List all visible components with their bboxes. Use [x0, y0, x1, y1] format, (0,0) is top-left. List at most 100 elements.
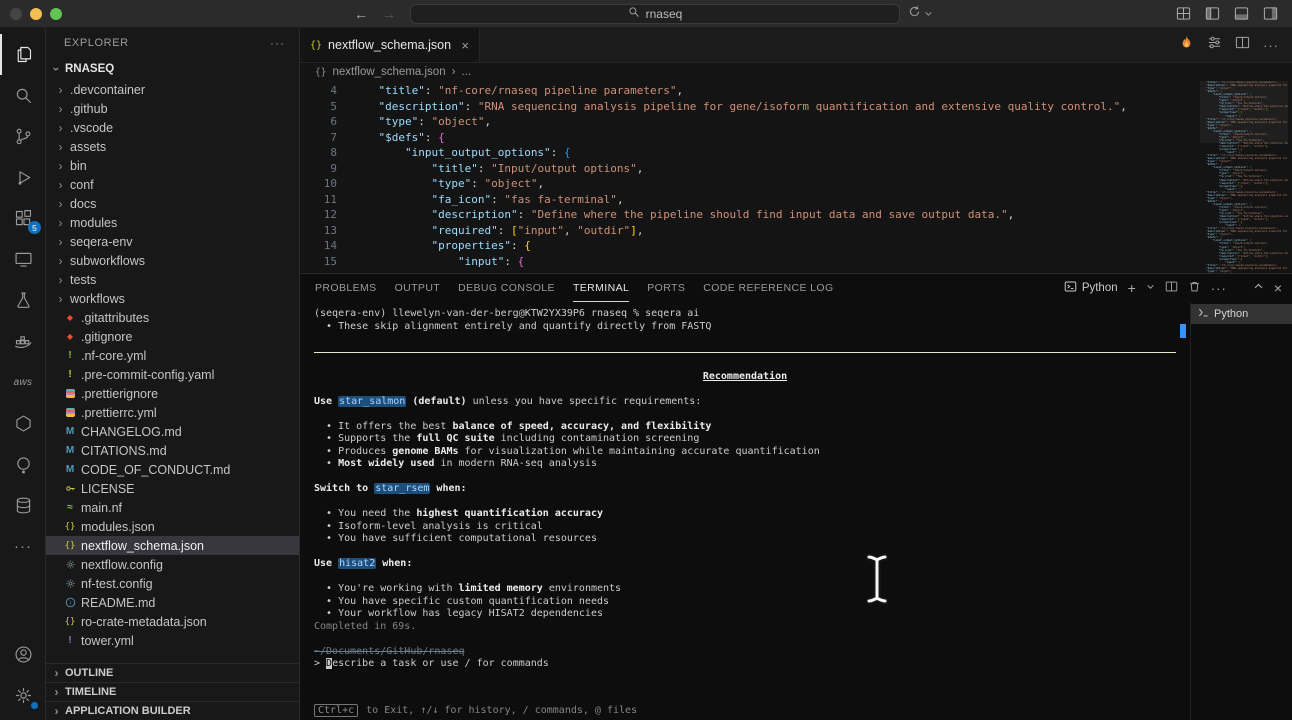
tree-file-main.nf[interactable]: ≈main.nf: [46, 498, 299, 517]
close-window-button[interactable]: [10, 8, 22, 20]
terminal[interactable]: (seqera-env) llewelyn-van-der-berg@KTW2Y…: [300, 302, 1190, 720]
tree-file-.prettierrc.yml[interactable]: .prettierrc.yml: [46, 403, 299, 422]
activity-remote-explorer-icon[interactable]: [0, 239, 46, 280]
tree-folder-conf[interactable]: ›conf: [46, 175, 299, 194]
code-line[interactable]: 5 "description": "RNA sequencing analysi…: [300, 99, 1292, 115]
terminal-line: (seqera-env) llewelyn-van-der-berg@KTW2Y…: [314, 308, 1190, 321]
tree-file-CITATIONS.md[interactable]: MCITATIONS.md: [46, 441, 299, 460]
activity-source-control-icon[interactable]: [0, 116, 46, 157]
back-button[interactable]: ←: [354, 6, 368, 22]
activity-search-icon[interactable]: [0, 75, 46, 116]
panel-tab-terminal[interactable]: TERMINAL: [573, 274, 629, 302]
activity-kubernetes-icon[interactable]: [0, 403, 46, 444]
maximize-panel-icon[interactable]: [1253, 281, 1264, 295]
activity-database-icon[interactable]: [0, 485, 46, 526]
toggle-secondary-sidebar-icon[interactable]: [1263, 6, 1278, 21]
code-line[interactable]: 7 "$defs": {: [300, 130, 1292, 146]
toggle-panel-icon[interactable]: [1234, 6, 1249, 21]
tree-folder-seqera-env[interactable]: ›seqera-env: [46, 232, 299, 251]
command-center-search[interactable]: rnaseq: [410, 4, 900, 24]
terminal-tab-python[interactable]: Python: [1191, 304, 1292, 324]
tree-folder-assets[interactable]: ›assets: [46, 137, 299, 156]
terminal-profile[interactable]: Python: [1064, 280, 1118, 296]
activity-aws-icon[interactable]: aws: [0, 362, 46, 403]
code-line[interactable]: 13 "required": ["input", "outdir"],: [300, 223, 1292, 239]
tree-folder-modules[interactable]: ›modules: [46, 213, 299, 232]
activity-jupyter-icon[interactable]: [0, 444, 46, 485]
more-actions-icon[interactable]: ···: [1263, 38, 1279, 53]
tree-file-nextflow.config[interactable]: nextflow.config: [46, 555, 299, 574]
more-actions-icon[interactable]: ···: [1211, 281, 1227, 296]
code-line[interactable]: 11 "fa_icon": "fas fa-terminal",: [300, 192, 1292, 208]
split-terminal-icon[interactable]: [1165, 280, 1178, 296]
tree-file-modules.json[interactable]: {}modules.json: [46, 517, 299, 536]
tree-file-tower.yml[interactable]: !tower.yml: [46, 631, 299, 650]
activity-extensions-icon[interactable]: 5: [0, 198, 46, 239]
tab-nextflow-schema[interactable]: {} nextflow_schema.json ×: [300, 28, 480, 62]
zoom-window-button[interactable]: [50, 8, 62, 20]
tree-folder-docs[interactable]: ›docs: [46, 194, 299, 213]
activity-docker-icon[interactable]: [0, 321, 46, 362]
tree-file-LICENSE[interactable]: LICENSE: [46, 479, 299, 498]
close-tab-icon[interactable]: ×: [461, 38, 469, 53]
activity-testing-icon[interactable]: [0, 280, 46, 321]
tree-folder-tests[interactable]: ›tests: [46, 270, 299, 289]
trash-icon[interactable]: [1188, 280, 1201, 296]
activity-settings-icon[interactable]: [0, 675, 46, 716]
code-editor[interactable]: 4 "title": "nf-core/rnaseq pipeline para…: [300, 81, 1292, 273]
panel-tab-problems[interactable]: PROBLEMS: [315, 274, 377, 302]
tree-file-.nf-core.yml[interactable]: !.nf-core.yml: [46, 346, 299, 365]
toggle-primary-sidebar-icon[interactable]: [1205, 6, 1220, 21]
terminal-scrollbar-thumb[interactable]: [1180, 324, 1186, 338]
more-actions-icon[interactable]: ···: [270, 36, 285, 50]
breadcrumb[interactable]: {} nextflow_schema.json › ...: [300, 63, 1292, 81]
sidebar-section-application-builder[interactable]: ›APPLICATION BUILDER: [46, 701, 299, 720]
activity-more-icon[interactable]: ···: [0, 526, 46, 567]
tree-folder-.vscode[interactable]: ›.vscode: [46, 118, 299, 137]
code-line[interactable]: 15 "input": {: [300, 254, 1292, 270]
tree-folder-.github[interactable]: ›.github: [46, 99, 299, 118]
panel-tab-debug-console[interactable]: DEBUG CONSOLE: [458, 274, 555, 302]
activity-explorer-icon[interactable]: [0, 34, 46, 75]
tree-file-.gitattributes[interactable]: ◆.gitattributes: [46, 308, 299, 327]
new-terminal-icon[interactable]: +: [1128, 280, 1136, 296]
code-line[interactable]: 12 "description": "Define where the pipe…: [300, 207, 1292, 223]
layout-sync-control[interactable]: [908, 5, 933, 23]
chevron-down-icon[interactable]: [1146, 282, 1155, 294]
code-line[interactable]: 4 "title": "nf-core/rnaseq pipeline para…: [300, 83, 1292, 99]
tree-folder-bin[interactable]: ›bin: [46, 156, 299, 175]
activity-account-icon[interactable]: [0, 634, 46, 675]
tree-file-nextflow_schema.json[interactable]: {}nextflow_schema.json: [46, 536, 299, 555]
workspace-section-header[interactable]: › RNASEQ: [46, 58, 299, 80]
sliders-icon[interactable]: [1207, 35, 1222, 55]
tree-folder-subworkflows[interactable]: ›subworkflows: [46, 251, 299, 270]
tree-file-.gitignore[interactable]: ◆.gitignore: [46, 327, 299, 346]
panel-tab-code-reference-log[interactable]: CODE REFERENCE LOG: [703, 274, 833, 302]
tree-folder-workflows[interactable]: ›workflows: [46, 289, 299, 308]
split-editor-icon[interactable]: [1235, 35, 1250, 55]
tree-file-CHANGELOG.md[interactable]: MCHANGELOG.md: [46, 422, 299, 441]
minimize-window-button[interactable]: [30, 8, 42, 20]
tree-file-nf-test.config[interactable]: nf-test.config: [46, 574, 299, 593]
sidebar-section-timeline[interactable]: ›TIMELINE: [46, 682, 299, 701]
close-panel-icon[interactable]: ×: [1274, 280, 1282, 296]
minimap[interactable]: "title": "nf-core/rnaseq pipeline parame…: [1200, 81, 1288, 273]
tree-file-.pre-commit-config.yaml[interactable]: !.pre-commit-config.yaml: [46, 365, 299, 384]
tree-file-ro-crate-metadata.json[interactable]: {}ro-crate-metadata.json: [46, 612, 299, 631]
code-line[interactable]: 9 "title": "Input/output options",: [300, 161, 1292, 177]
panel-tab-output[interactable]: OUTPUT: [395, 274, 441, 302]
code-line[interactable]: 8 "input_output_options": {: [300, 145, 1292, 161]
tree-file-README.md[interactable]: iREADME.md: [46, 593, 299, 612]
layout-grid-icon[interactable]: [1176, 6, 1191, 21]
tree-file-CODE_OF_CONDUCT.md[interactable]: MCODE_OF_CONDUCT.md: [46, 460, 299, 479]
code-line[interactable]: 6 "type": "object",: [300, 114, 1292, 130]
code-line[interactable]: 14 "properties": {: [300, 238, 1292, 254]
tree-folder-.devcontainer[interactable]: ›.devcontainer: [46, 80, 299, 99]
activity-run-and-debug-icon[interactable]: [0, 157, 46, 198]
panel-tab-ports[interactable]: PORTS: [647, 274, 685, 302]
tree-file-.prettierignore[interactable]: .prettierignore: [46, 384, 299, 403]
forward-button[interactable]: →: [382, 6, 396, 22]
code-line[interactable]: 10 "type": "object",: [300, 176, 1292, 192]
flame-icon[interactable]: [1179, 35, 1194, 55]
sidebar-section-outline[interactable]: ›OUTLINE: [46, 663, 299, 682]
